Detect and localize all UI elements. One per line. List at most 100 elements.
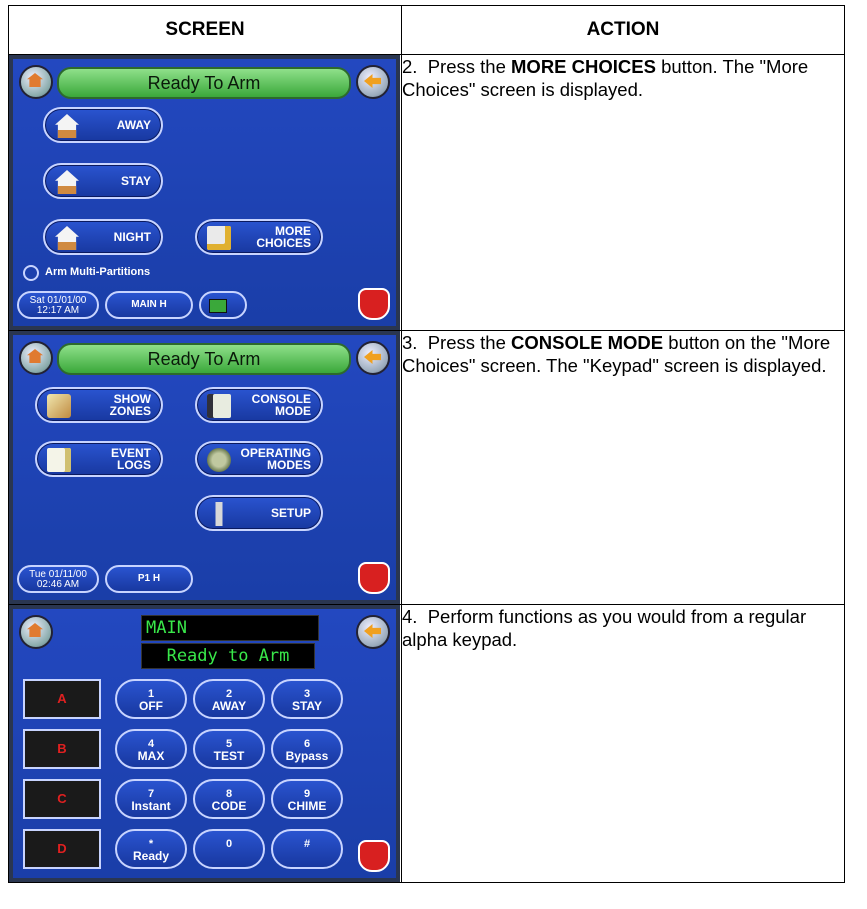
away-button[interactable]: AWAY <box>43 107 163 143</box>
keypad-key[interactable]: 1 OFF <box>115 679 187 719</box>
key-number: # <box>303 838 311 850</box>
instruction-table: SCREEN ACTION Ready To Arm AWAY STAY NIG… <box>8 5 845 883</box>
action-text: Perform functions as you would from a re… <box>402 606 807 650</box>
night-label: NIGHT <box>113 230 151 244</box>
action-cell: 4. Perform functions as you would from a… <box>401 604 845 883</box>
function-key-b[interactable]: B <box>23 729 101 769</box>
table-row: MAIN Ready to Arm A B C D 1 OFF 2 AWAY 3 STAY 4 MAX… <box>8 604 845 883</box>
action-text: Press the <box>427 332 512 353</box>
screen-cell: MAIN Ready to Arm A B C D 1 OFF 2 AWAY 3 STAY 4 MAX… <box>8 604 402 883</box>
step-number: 3. <box>402 332 418 353</box>
panic-shield-icon[interactable] <box>358 288 390 320</box>
keypad-key[interactable]: * Ready <box>115 829 187 869</box>
function-key-a[interactable]: A <box>23 679 101 719</box>
arm-multi-radio[interactable] <box>23 265 39 281</box>
header-screen: SCREEN <box>8 5 402 55</box>
panic-shield-icon[interactable] <box>358 562 390 594</box>
status-banner: Ready To Arm <box>57 67 351 99</box>
event-logs-button[interactable]: EVENT LOGS <box>35 441 163 477</box>
key-label: CHIME <box>287 799 327 813</box>
key-label: Bypass <box>285 749 329 763</box>
keypad-key[interactable]: 4 MAX <box>115 729 187 769</box>
setup-label: SETUP <box>270 506 311 520</box>
house-icon <box>55 170 79 194</box>
stay-button[interactable]: STAY <box>43 163 163 199</box>
event-logs-label: EVENT LOGS <box>111 447 151 471</box>
stay-label: STAY <box>120 174 151 188</box>
header-row: SCREEN ACTION <box>8 5 845 55</box>
volume-button[interactable] <box>199 291 247 319</box>
step-number: 4. <box>402 606 418 627</box>
key-label: CODE <box>211 799 247 813</box>
action-cell: 3. Press the CONSOLE MODE button on the … <box>401 330 845 605</box>
more-choices-screen: Ready To Arm SHOW ZONES CONSOLE MODE EVE… <box>9 331 400 604</box>
more-choices-label: MORE CHOICES <box>256 225 311 249</box>
panic-shield-icon[interactable] <box>358 840 390 872</box>
console-keypad-icon <box>207 394 231 418</box>
speaker-icon <box>209 299 227 313</box>
key-number: 0 <box>225 838 233 850</box>
document-icon <box>47 448 71 472</box>
show-zones-label: SHOW ZONES <box>110 393 151 417</box>
operating-modes-button[interactable]: OPERATING MODES <box>195 441 323 477</box>
keypad-key[interactable]: 8 CODE <box>193 779 265 819</box>
event-line2: LOGS <box>116 458 151 472</box>
action-bold: CONSOLE MODE <box>511 332 664 353</box>
home-icon[interactable] <box>19 65 53 99</box>
more-choices-button[interactable]: MORE CHOICES <box>195 219 323 255</box>
function-key-d[interactable]: D <box>23 829 101 869</box>
action-text: Press the <box>427 56 512 77</box>
key-label: TEST <box>213 749 245 763</box>
show-zones-button[interactable]: SHOW ZONES <box>35 387 163 423</box>
key-label: OFF <box>139 699 163 713</box>
date-time-button[interactable]: Sat 01/01/00 12:17 AM <box>17 291 99 319</box>
partition-button[interactable]: MAIN H <box>105 291 193 319</box>
keypad-screen: MAIN Ready to Arm A B C D 1 OFF 2 AWAY 3 STAY 4 MAX… <box>9 605 400 882</box>
back-arrow-icon[interactable] <box>356 615 390 649</box>
key-label: Ready <box>132 849 170 863</box>
keypad-key[interactable]: 9 CHIME <box>271 779 343 819</box>
header-action: ACTION <box>401 5 845 55</box>
key-label: MAX <box>137 749 165 763</box>
time-line: 02:46 AM <box>36 579 80 590</box>
keypad-key[interactable]: 7 Instant <box>115 779 187 819</box>
home-icon[interactable] <box>19 615 53 649</box>
back-arrow-icon[interactable] <box>356 341 390 375</box>
partition-button[interactable]: P1 H <box>105 565 193 593</box>
function-key-c[interactable]: C <box>23 779 101 819</box>
show-zones-line2: ZONES <box>109 404 151 418</box>
action-bold: MORE CHOICES <box>511 56 656 77</box>
keypad-key[interactable]: 0 <box>193 829 265 869</box>
more-line2: CHOICES <box>256 236 311 250</box>
more-choices-icon <box>207 226 231 250</box>
key-label: AWAY <box>211 699 247 713</box>
keypad-key[interactable]: # <box>271 829 343 869</box>
status-banner: Ready To Arm <box>57 343 351 375</box>
key-label: STAY <box>291 699 322 713</box>
console-mode-button[interactable]: CONSOLE MODE <box>195 387 323 423</box>
table-row: Ready To Arm SHOW ZONES CONSOLE MODE EVE… <box>8 330 845 605</box>
lcd-line-1: MAIN <box>141 615 319 641</box>
away-label: AWAY <box>116 118 151 132</box>
house-person-icon <box>55 114 79 138</box>
keypad-key[interactable]: 5 TEST <box>193 729 265 769</box>
home-icon[interactable] <box>19 341 53 375</box>
keypad-key[interactable]: 6 Bypass <box>271 729 343 769</box>
date-time-button[interactable]: Tue 01/11/00 02:46 AM <box>17 565 99 593</box>
setup-button[interactable]: SETUP <box>195 495 323 531</box>
lcd-line-2: Ready to Arm <box>141 643 315 669</box>
house-moon-icon <box>55 226 79 250</box>
screen-cell: Ready To Arm SHOW ZONES CONSOLE MODE EVE… <box>8 330 402 605</box>
action-cell: 2. Press the MORE CHOICES button. The "M… <box>401 54 845 331</box>
time-line: 12:17 AM <box>36 305 80 316</box>
operating-modes-label: OPERATING MODES <box>241 447 311 471</box>
step-number: 2. <box>402 56 418 77</box>
keypad-key[interactable]: 3 STAY <box>271 679 343 719</box>
operating-line2: MODES <box>266 458 311 472</box>
table-row: Ready To Arm AWAY STAY NIGHT MORE CHOICE… <box>8 54 845 331</box>
back-arrow-icon[interactable] <box>356 65 390 99</box>
night-button[interactable]: NIGHT <box>43 219 163 255</box>
console-mode-label: CONSOLE MODE <box>252 393 311 417</box>
speaker-gear-icon <box>207 448 231 472</box>
keypad-key[interactable]: 2 AWAY <box>193 679 265 719</box>
